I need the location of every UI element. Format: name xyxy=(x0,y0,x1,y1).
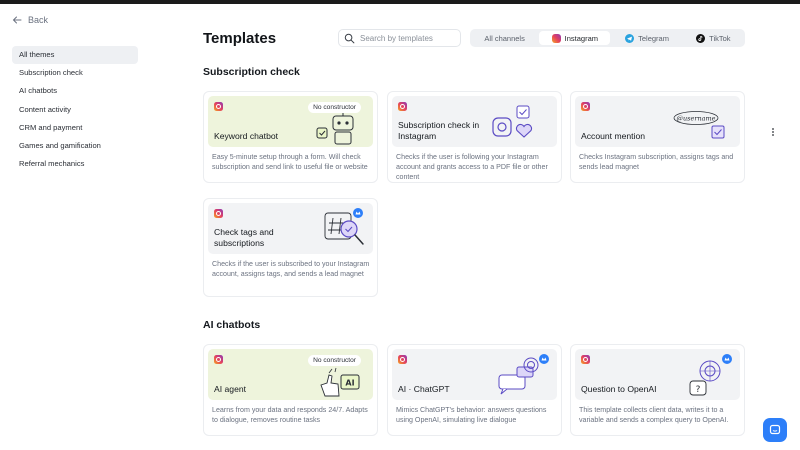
instagram-icon xyxy=(398,355,407,364)
instagram-icon xyxy=(214,102,223,111)
template-card-ai-chatgpt[interactable]: AI · ChatGPT Mimics ChatGPT's behavior: … xyxy=(387,344,562,436)
card-title: Account mention xyxy=(581,130,646,141)
telegram-icon xyxy=(625,33,635,43)
search-input[interactable] xyxy=(360,33,460,43)
sidebar-item-content-activity[interactable]: Content activity xyxy=(12,101,138,119)
sidebar-item-games[interactable]: Games and gamification xyxy=(12,137,138,155)
card-description: Checks if the user is subscribed to your… xyxy=(212,260,370,278)
instagram-heart-icon xyxy=(492,105,533,138)
tab-tiktok[interactable]: TikTok xyxy=(684,31,743,45)
question-mark: ? xyxy=(696,385,701,395)
chat-icon xyxy=(769,424,781,435)
tab-tiktok-label: TikTok xyxy=(709,33,731,43)
no-constructor-badge: No constructor xyxy=(308,355,361,366)
instagram-icon xyxy=(581,102,590,111)
sidebar: All themes Subscription check AI chatbot… xyxy=(12,46,138,173)
card-description: Learns from your data and responds 24/7.… xyxy=(212,406,368,424)
channel-filter: All channels Instagram Telegram TikTok xyxy=(470,29,745,47)
sidebar-item-subscription-check[interactable]: Subscription check xyxy=(12,64,138,82)
tab-instagram-label: Instagram xyxy=(564,33,599,43)
card-banner: Check tags and subscriptions xyxy=(208,203,373,254)
mention-username: @username xyxy=(676,115,715,123)
card-title: Subscription check in Instagram xyxy=(398,120,480,141)
card-title: AI · ChatGPT xyxy=(398,383,450,394)
hashtag-search-icon xyxy=(324,208,364,245)
card-title: AI agent xyxy=(214,383,247,394)
arrow-left-icon xyxy=(12,16,22,24)
instagram-icon xyxy=(214,355,223,364)
ai-label: AI xyxy=(345,379,354,388)
tiktok-icon xyxy=(696,33,706,43)
sidebar-item-ai-chatbots[interactable]: AI chatbots xyxy=(12,82,138,100)
section-title-subscription: Subscription check xyxy=(203,66,300,78)
mention-icon: @username xyxy=(673,111,725,139)
more-options-icon[interactable] xyxy=(770,124,776,136)
back-button[interactable]: Back xyxy=(12,15,48,25)
openai-question-icon: ? xyxy=(689,354,732,396)
card-banner: AI · ChatGPT xyxy=(392,349,557,400)
card-banner: No constructor AI AI agent xyxy=(208,349,373,400)
tab-instagram[interactable]: Instagram xyxy=(539,31,611,45)
card-description: Checks Instagram subscription, assigns t… xyxy=(579,153,734,171)
tab-telegram-label: Telegram xyxy=(638,33,669,43)
card-title: Question to OpenAI xyxy=(581,383,657,394)
section-title-ai-chatbots: AI chatbots xyxy=(203,319,261,331)
template-card-subscription-check-instagram[interactable]: Subscription check in Instagram Checks i… xyxy=(387,91,562,183)
chat-bubbles-icon xyxy=(498,354,549,395)
card-banner: No constructor Keyword chatbot xyxy=(208,96,373,147)
template-card-check-tags[interactable]: Check tags and subscriptions Checks if t… xyxy=(203,198,378,297)
instagram-icon xyxy=(551,33,561,43)
back-label: Back xyxy=(28,15,49,25)
tab-all-channels[interactable]: All channels xyxy=(472,31,537,45)
page-title: Templates xyxy=(203,30,277,47)
instagram-icon xyxy=(581,355,590,364)
template-card-keyword-chatbot[interactable]: No constructor Keyword chatbot Easy 5-mi… xyxy=(203,91,378,183)
robot-icon xyxy=(316,113,354,145)
ai-hand-icon: AI xyxy=(320,367,360,397)
card-banner: Subscription check in Instagram xyxy=(392,96,557,147)
template-card-question-openai[interactable]: ? Question to OpenAI This template colle… xyxy=(570,344,745,436)
instagram-icon xyxy=(398,102,407,111)
card-banner: ? Question to OpenAI xyxy=(575,349,740,400)
card-description: Easy 5-minute setup through a form. Will… xyxy=(212,153,368,171)
instagram-icon xyxy=(214,209,223,218)
top-bar xyxy=(0,0,800,4)
search-icon xyxy=(344,33,355,43)
sidebar-item-crm-payment[interactable]: CRM and payment xyxy=(12,119,138,137)
chat-support-button[interactable] xyxy=(763,418,787,442)
template-card-account-mention[interactable]: @username Account mention Checks Instagr… xyxy=(570,91,745,183)
card-banner: @username Account mention xyxy=(575,96,740,147)
card-description: This template collects client data, writ… xyxy=(579,406,729,424)
card-description: Mimics ChatGPT's behavior: answers quest… xyxy=(396,406,547,424)
sidebar-item-referral[interactable]: Referral mechanics xyxy=(12,155,138,173)
card-description: Checks if the user is following your Ins… xyxy=(396,153,548,181)
tab-telegram[interactable]: Telegram xyxy=(612,31,681,45)
tab-all-channels-label: All channels xyxy=(484,33,525,43)
sidebar-item-all-themes[interactable]: All themes xyxy=(12,46,138,64)
card-title: Keyword chatbot xyxy=(214,130,279,141)
card-title: Check tags and subscriptions xyxy=(214,227,274,248)
template-card-ai-agent[interactable]: No constructor AI AI agent Learns from y… xyxy=(203,344,378,436)
search-box[interactable] xyxy=(338,29,461,47)
